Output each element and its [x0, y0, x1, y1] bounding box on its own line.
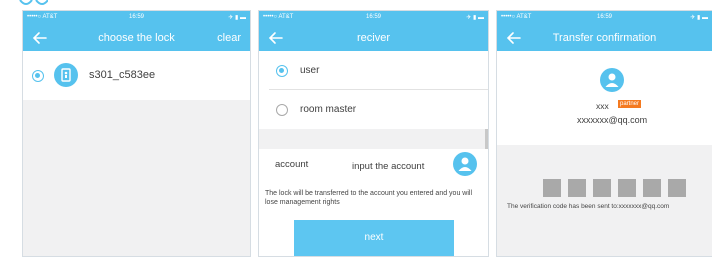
lock-radio-selected[interactable]	[32, 70, 44, 82]
account-label: account	[275, 159, 309, 170]
account-section: account input the account The lock will …	[259, 149, 488, 256]
code-digit-1[interactable]	[543, 179, 561, 197]
status-time: 16:59	[128, 14, 144, 20]
clear-button[interactable]: clear	[217, 32, 241, 44]
code-digit-4[interactable]	[618, 179, 636, 197]
option-user[interactable]: user	[259, 51, 488, 89]
recipient-card: xxx partner xxxxxxx@qq.com	[497, 51, 712, 145]
code-digit-3[interactable]	[593, 179, 611, 197]
page-title: choose the lock	[98, 32, 175, 44]
transfer-confirmation-screen: •••••○ AT&T 16:59 ✈ ▮ ▬ Transfer confirm…	[496, 10, 712, 257]
code-sent-notice: The verification code has been sent to:x…	[507, 203, 670, 210]
code-digit-6[interactable]	[668, 179, 686, 197]
user-radio[interactable]	[276, 65, 288, 77]
scrollbar[interactable]	[485, 129, 488, 149]
battery-icon: ✈ ▮ ▬	[690, 15, 708, 21]
option-room-master[interactable]: room master	[259, 90, 488, 129]
contact-icon[interactable]	[453, 152, 477, 176]
option-room-master-label: room master	[300, 104, 357, 115]
user-avatar-icon	[600, 68, 624, 92]
page-title: Transfer confirmation	[552, 32, 657, 44]
recipient-name: xxx	[596, 101, 609, 111]
option-user-label: user	[300, 65, 320, 76]
logo-fragment-icon	[19, 0, 48, 5]
role-options: user room master	[259, 51, 488, 129]
status-time: 16:59	[596, 14, 612, 20]
room-master-radio[interactable]	[276, 104, 288, 116]
nav-bar: choose the lock clear	[23, 25, 250, 51]
recipient-email: xxxxxxx@qq.com	[577, 115, 648, 125]
choose-lock-screen: •••••○ AT&T 16:59 ✈ ▮ ▬ choose the lock …	[22, 10, 251, 257]
battery-icon: ✈ ▮ ▬	[228, 15, 246, 21]
receiver-screen: •••••○ AT&T 16:59 ✈ ▮ ▬ reciver user roo…	[258, 10, 489, 257]
transfer-warning: The lock will be transferred to the acco…	[265, 190, 473, 206]
lock-icon	[54, 63, 78, 87]
battery-icon: ✈ ▮ ▬	[466, 15, 484, 21]
code-digit-5[interactable]	[643, 179, 661, 197]
lock-list-item[interactable]: s301_c583ee	[23, 51, 250, 100]
nav-bar: Transfer confirmation	[497, 25, 712, 51]
next-button[interactable]: next	[294, 220, 454, 256]
status-bar: •••••○ AT&T 16:59 ✈ ▮ ▬	[23, 11, 250, 25]
status-bar: •••••○ AT&T 16:59 ✈ ▮ ▬	[497, 11, 712, 25]
status-time: 16:59	[365, 14, 381, 20]
nav-bar: reciver	[259, 25, 488, 51]
partner-badge: partner	[618, 100, 642, 108]
lock-name: s301_c583ee	[89, 69, 156, 81]
status-bar: •••••○ AT&T 16:59 ✈ ▮ ▬	[259, 11, 488, 25]
account-input[interactable]: input the account	[352, 161, 424, 172]
page-title: reciver	[356, 32, 390, 44]
code-digit-2[interactable]	[568, 179, 586, 197]
